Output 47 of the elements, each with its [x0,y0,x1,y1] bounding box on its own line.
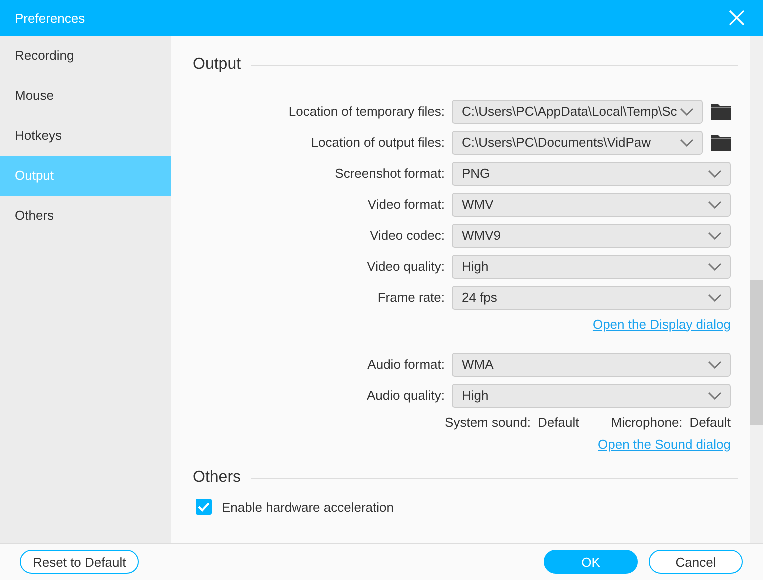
dropdown[interactable]: WMA [452,352,731,376]
dropdown[interactable]: WMV [452,192,731,216]
path-dropdown[interactable]: C:\Users\PC\Documents\VidPaw [452,130,703,154]
chevron-down-icon [708,232,722,240]
window-title: Preferences [15,10,86,26]
field-label: Video format: [366,197,446,212]
field-label: Location of temporary files: [288,104,446,119]
folder-icon[interactable] [711,134,731,151]
chevron-down-icon [680,138,694,146]
chevron-down-icon [708,170,722,178]
scrollbar-thumb[interactable] [750,280,763,425]
folder-icon[interactable] [711,103,731,120]
dropdown[interactable]: 24 fps [452,286,731,310]
info-value: Default [690,414,731,430]
field-label: Audio quality: [366,388,446,403]
chevron-down-icon [708,392,722,400]
field-label: Location of output files: [310,135,446,150]
dropdown[interactable]: High [452,384,731,408]
dropdown[interactable]: High [452,254,731,278]
info-value: Default [538,414,580,430]
field-label: Video quality: [366,259,446,274]
chevron-down-icon [708,294,722,302]
section-title: Others [193,469,242,487]
field-label: Screenshot format: [334,166,446,181]
sidebar-item[interactable]: Mouse [0,76,171,116]
dropdown[interactable]: PNG [452,162,731,186]
chevron-down-icon [708,200,722,208]
checkbox-label: Enable hardware acceleration [222,500,394,514]
secondary-button[interactable]: Reset to Default [20,550,140,574]
info-label: System sound: [445,414,532,430]
path-dropdown[interactable]: C:\Users\PC\AppData\Local\Temp\Sc [452,100,703,124]
close-icon[interactable] [729,10,745,26]
sidebar-item[interactable]: Recording [0,36,171,76]
chevron-down-icon [708,360,722,368]
field-label: Frame rate: [376,290,446,305]
sidebar-item[interactable]: Hotkeys [0,116,171,156]
field-label: Video codec: [369,228,446,243]
chevron-down-icon [708,262,722,270]
secondary-button[interactable]: Cancel [649,550,743,574]
scrollbar[interactable] [750,36,763,543]
field-label: Audio format: [366,357,446,372]
chevron-down-icon [680,108,694,116]
section-title: Output [193,56,242,74]
dropdown[interactable]: WMV9 [452,224,731,248]
sidebar-item[interactable]: Others [0,196,171,236]
info-label: Microphone: [611,414,683,430]
checkbox[interactable] [196,499,212,515]
